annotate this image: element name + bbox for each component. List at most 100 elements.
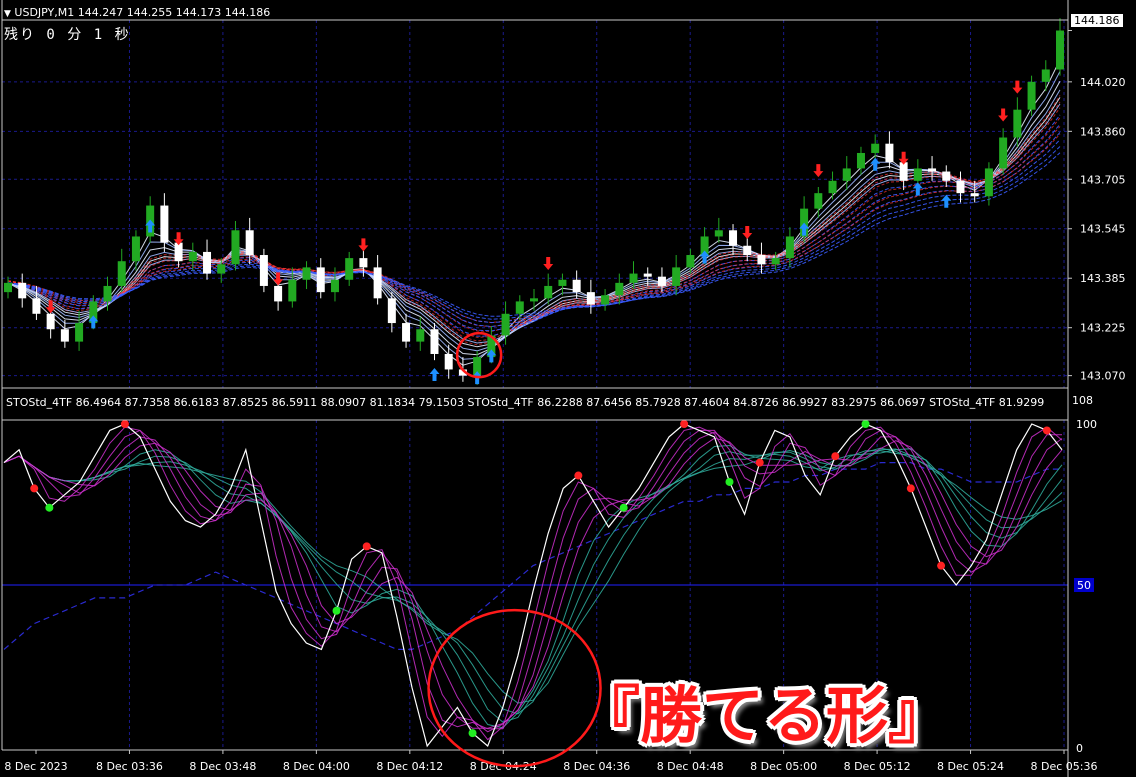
green-signal-dot — [725, 477, 734, 486]
bull-candle — [288, 279, 297, 302]
bear-candle — [657, 276, 666, 286]
bull-candle — [629, 273, 638, 283]
bear-candle — [942, 171, 951, 181]
bear-candle — [402, 323, 411, 342]
osc-tick-0: 0 — [1076, 742, 1083, 755]
price-tick-label: 143.545 — [1080, 223, 1126, 236]
bear-candle — [885, 143, 894, 163]
red-signal-dot — [755, 458, 764, 467]
bear-candle — [430, 329, 439, 354]
price-tick-label: 143.070 — [1080, 370, 1126, 383]
bear-candle — [274, 285, 283, 302]
countdown-timer: 残り 0 分 1 秒 — [4, 27, 131, 43]
bull-candle — [1027, 81, 1036, 110]
bull-candle — [814, 193, 823, 209]
down-arrow-icon — [1012, 80, 1023, 94]
slow-signal-line — [3, 462, 1062, 650]
bear-candle — [160, 205, 169, 243]
red-signal-dot — [120, 420, 129, 428]
caption-text: 『勝てる形』 — [578, 679, 951, 752]
bull-candle — [231, 230, 240, 265]
indicator-header: STOStd_4TF 86.4964 87.7358 86.6183 87.85… — [6, 396, 1045, 409]
bear-candle — [203, 251, 212, 274]
bear-candle — [956, 180, 965, 194]
time-tick-label: 8 Dec 05:00 — [750, 760, 817, 773]
bull-candle — [828, 180, 837, 194]
price-tick-label: 143.705 — [1080, 173, 1126, 186]
bull-candle — [302, 267, 311, 280]
bull-candle — [515, 301, 524, 314]
bull-candle — [345, 258, 354, 280]
bear-candle — [572, 279, 581, 293]
bear-candle — [729, 230, 738, 246]
current-price-label: 144.186 — [1071, 14, 1123, 27]
red-signal-dot — [574, 471, 583, 480]
bear-candle — [60, 329, 69, 342]
bull-candle — [785, 236, 794, 259]
red-signal-dot — [680, 420, 689, 428]
bull-candle — [615, 282, 624, 296]
bull-candle — [131, 236, 140, 262]
osc-tick-108: 108 — [1072, 394, 1093, 407]
down-arrow-icon — [543, 256, 554, 270]
bear-candle — [259, 255, 268, 286]
bear-candle — [444, 353, 453, 370]
bull-candle — [188, 251, 197, 262]
bull-candle — [217, 264, 226, 274]
bull-candle — [672, 267, 681, 286]
down-arrow-icon — [358, 238, 369, 252]
bull-candle — [4, 282, 12, 293]
red-signal-dot — [362, 542, 371, 551]
bull-candle — [416, 329, 425, 342]
dropdown-triangle-icon[interactable]: ▼ — [4, 9, 11, 19]
bear-candle — [373, 267, 382, 299]
bear-candle — [643, 273, 652, 277]
bear-candle — [970, 193, 979, 197]
down-arrow-icon — [742, 226, 753, 240]
price-tick-label: 143.225 — [1080, 322, 1126, 335]
bull-candle — [530, 298, 538, 302]
red-signal-dot — [1042, 426, 1051, 435]
bull-candle — [1041, 69, 1050, 82]
chart-canvas: 144.020 143.860 143.705 143.545 143.385 143.2… — [1, 0, 1126, 777]
time-tick-label: 8 Dec 04:36 — [563, 760, 630, 773]
bull-candle — [330, 279, 339, 293]
bull-candle — [501, 313, 510, 336]
bull-candle — [601, 295, 610, 305]
bull-candle — [75, 323, 84, 342]
bear-candle — [46, 313, 55, 330]
bull-candle — [842, 168, 851, 181]
bear-candle — [899, 162, 908, 181]
bull-candle — [999, 137, 1008, 169]
axes: 144.020 143.860 143.705 143.545 143.385 143.2… — [1, 0, 1126, 777]
bull-candle — [984, 168, 993, 197]
bull-candle — [686, 255, 695, 268]
price-tick-label: 143.860 — [1080, 125, 1126, 138]
red-signal-dot — [937, 561, 946, 570]
up-arrow-icon — [941, 194, 952, 208]
time-tick-label: 8 Dec 05:36 — [1031, 760, 1098, 773]
highlight-circle-oscillator — [427, 608, 602, 768]
bull-candle — [103, 285, 112, 302]
signal-arrows — [45, 80, 1023, 385]
bear-candle — [387, 298, 396, 324]
bull-candle — [558, 279, 567, 286]
time-tick-label: 8 Dec 05:12 — [844, 760, 911, 773]
bull-candle — [856, 152, 865, 169]
bear-candle — [928, 168, 937, 172]
green-signal-dot — [332, 606, 341, 615]
bear-candle — [18, 282, 27, 299]
price-tick-label: 144.020 — [1080, 76, 1126, 89]
time-tick-label: 8 Dec 04:48 — [657, 760, 724, 773]
osc-tick-100: 100 — [1076, 418, 1097, 431]
bear-candle — [586, 292, 595, 305]
symbol-header: ▼ USDJPY,M1 144.247 144.255 144.173 144.… — [4, 6, 270, 19]
bull-candle — [1056, 30, 1064, 70]
bull-candle — [1013, 109, 1022, 138]
bear-candle — [245, 230, 254, 256]
bear-candle — [757, 255, 766, 265]
time-tick-label: 8 Dec 05:24 — [937, 760, 1004, 773]
symbol-line: USDJPY,M1 144.247 144.255 144.173 144.18… — [14, 6, 271, 19]
bull-candle — [117, 261, 126, 286]
time-tick-label: 8 Dec 03:36 — [96, 760, 163, 773]
